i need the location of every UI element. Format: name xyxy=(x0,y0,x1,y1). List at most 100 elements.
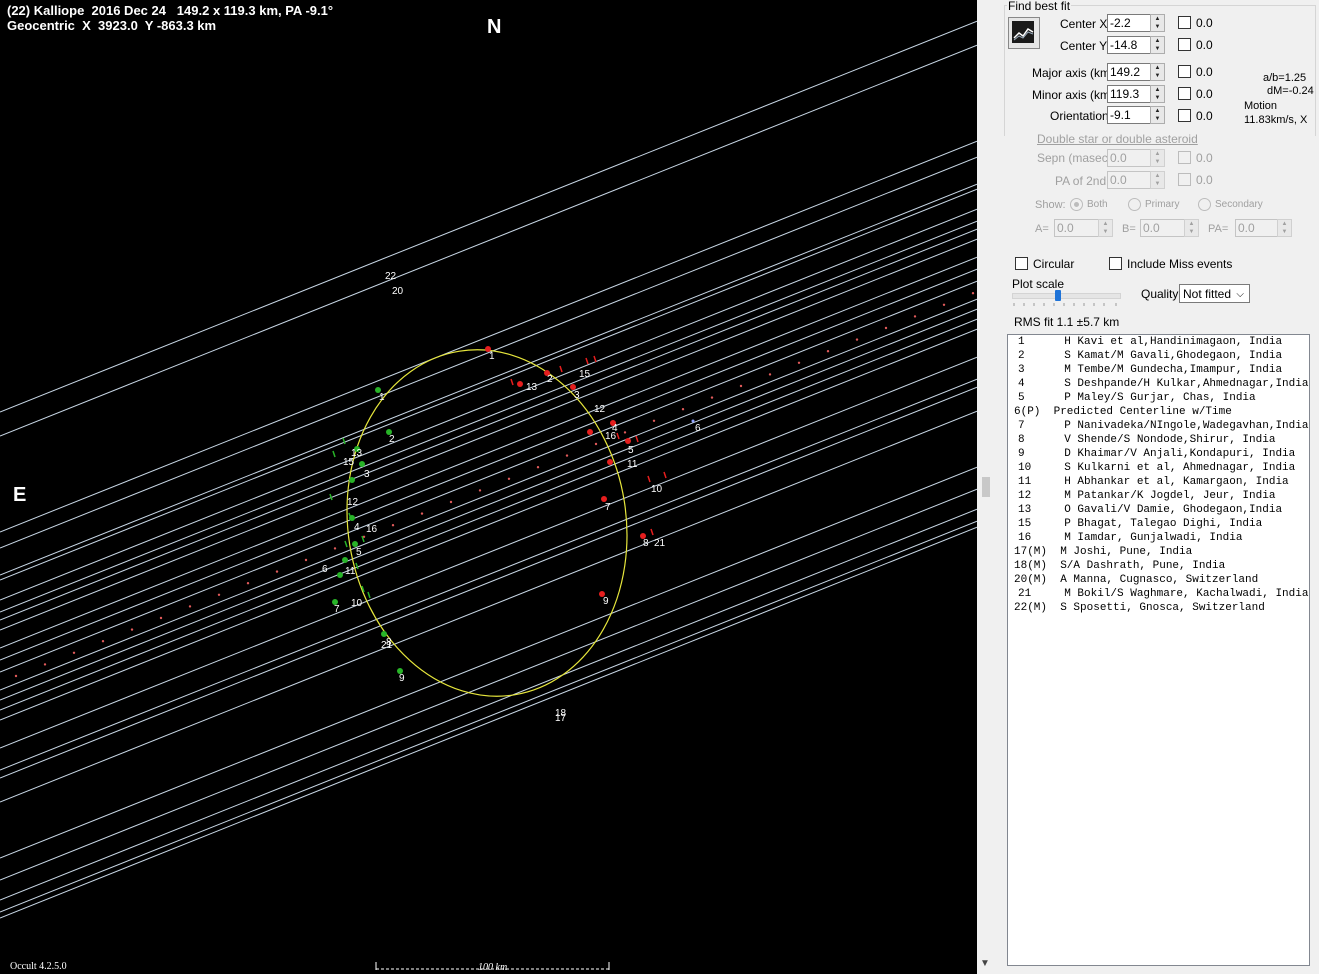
list-item[interactable]: 16 M Iamdar, Gunjalwadi, India xyxy=(1008,531,1309,545)
circular-checkbox[interactable] xyxy=(1015,257,1028,270)
sepn-checkbox[interactable] xyxy=(1178,151,1191,164)
center-y-input[interactable]: -14.8 xyxy=(1107,36,1152,54)
pa-spinner[interactable]: ▲ ▼ xyxy=(1277,219,1292,237)
major-axis-input[interactable]: 149.2 xyxy=(1107,63,1152,81)
chord-line xyxy=(0,208,977,601)
plot-scale-slider-track[interactable] xyxy=(1012,293,1121,299)
predicted-centerline-dot xyxy=(739,384,743,388)
predicted-centerline-dot xyxy=(623,431,627,434)
center-x-checkbox[interactable] xyxy=(1178,16,1191,29)
orientation-spinner[interactable]: ▲ ▼ xyxy=(1150,106,1165,124)
list-item[interactable]: 6(P) Predicted Centerline w/Time xyxy=(1008,405,1309,419)
list-item[interactable]: 1 H Kavi et al,Handinimagaon, India xyxy=(1008,335,1309,349)
plot-scale-slider-thumb[interactable] xyxy=(1055,290,1061,301)
show-primary-radio[interactable] xyxy=(1128,198,1141,211)
find-best-fit-button[interactable] xyxy=(1008,17,1040,49)
reappear-tick xyxy=(647,475,651,483)
show-secondary-label: Secondary xyxy=(1215,199,1263,210)
quality-dropdown[interactable]: Not fitted ⌵ xyxy=(1179,284,1250,303)
minor-axis-spinner[interactable]: ▲ ▼ xyxy=(1150,85,1165,103)
sepn-delta: 0.0 xyxy=(1196,151,1213,165)
reappear-marker xyxy=(587,429,593,435)
sepn-spinner[interactable]: ▲ ▼ xyxy=(1150,149,1165,167)
sepn-input[interactable]: 0.0 xyxy=(1107,149,1152,167)
double-star-link[interactable]: Double star or double asteroid xyxy=(1037,132,1198,146)
orientation-input[interactable]: -9.1 xyxy=(1107,106,1152,124)
d-marker-label: 5 xyxy=(356,547,362,558)
occultation-plot[interactable]: 1 2 13 15 3 12 4 16 5 6 11 7 10 8 21 9 1 13 2 15 3 12 4 16 5 11 10… xyxy=(0,0,977,974)
chord-line xyxy=(0,386,977,779)
r-marker-label: 16 xyxy=(605,431,617,442)
minor-axis-checkbox[interactable] xyxy=(1178,87,1191,100)
center-x-spinner[interactable]: ▲ ▼ xyxy=(1150,14,1165,32)
reappear-tick xyxy=(510,378,514,386)
miss-chord-label: 20 xyxy=(392,286,404,297)
splitter-grip[interactable] xyxy=(982,477,990,497)
list-item[interactable]: 21 M Bokil/S Waghmare, Kachalwadi, India xyxy=(1008,587,1309,601)
list-item[interactable]: 10 S Kulkarni et al, Ahmednagar, India xyxy=(1008,461,1309,475)
reappear-marker xyxy=(625,438,631,444)
disappear-marker xyxy=(349,477,355,483)
list-item[interactable]: 12 M Patankar/K Jogdel, Jeur, India xyxy=(1008,489,1309,503)
list-item[interactable]: 11 H Abhankar et al, Kamargaon, India xyxy=(1008,475,1309,489)
d-marker-label: 15 xyxy=(343,457,355,468)
list-item[interactable]: 4 S Deshpande/H Kulkar,Ahmednagar,India xyxy=(1008,377,1309,391)
list-item[interactable]: 18(M) S/A Dashrath, Pune, India xyxy=(1008,559,1309,573)
list-item[interactable]: 2 S Kamat/M Gavali,Ghodegaon, India xyxy=(1008,349,1309,363)
r-marker-label: 15 xyxy=(579,369,591,380)
panel-splitter[interactable]: ▼ xyxy=(977,0,1001,974)
disappear-tick xyxy=(355,562,359,570)
pa2nd-spinner[interactable]: ▲ ▼ xyxy=(1150,171,1165,189)
predicted-centerline-dot xyxy=(652,419,656,422)
east-label: E xyxy=(13,484,27,506)
chevron-down-icon: ⌵ xyxy=(1236,289,1244,300)
motion-label: Motion xyxy=(1244,100,1278,112)
list-item[interactable]: 15 P Bhagat, Talegao Dighi, India xyxy=(1008,517,1309,531)
scroll-down-arrow[interactable]: ▼ xyxy=(980,958,990,969)
chord-line xyxy=(0,256,977,649)
pa2nd-checkbox[interactable] xyxy=(1178,173,1191,186)
miss-chord-label: 22 xyxy=(385,271,397,282)
reappear-marker xyxy=(517,381,523,387)
chord-line xyxy=(0,466,977,859)
list-item[interactable]: 17(M) M Joshi, Pune, India xyxy=(1008,545,1309,559)
chord-line xyxy=(0,280,977,673)
a-spinner[interactable]: ▲ ▼ xyxy=(1098,219,1113,237)
center-y-delta: 0.0 xyxy=(1196,38,1213,52)
d-marker-label: 7 xyxy=(334,604,340,615)
minor-axis-delta: 0.0 xyxy=(1196,87,1213,101)
d-marker-label: 1 xyxy=(379,392,385,403)
show-secondary-radio[interactable] xyxy=(1198,198,1211,211)
major-axis-checkbox[interactable] xyxy=(1178,65,1191,78)
a-input[interactable]: 0.0 xyxy=(1054,219,1100,237)
major-axis-spinner[interactable]: ▲ ▼ xyxy=(1150,63,1165,81)
include-miss-checkbox[interactable] xyxy=(1109,257,1122,270)
list-item[interactable]: 13 O Gavali/V Damie, Ghodegaon,India xyxy=(1008,503,1309,517)
show-label: Show: xyxy=(1035,199,1066,211)
minor-axis-input[interactable]: 119.3 xyxy=(1107,85,1152,103)
list-item[interactable]: 9 D Khaimar/V Anjali,Kondapuri, India xyxy=(1008,447,1309,461)
pa2nd-input[interactable]: 0.0 xyxy=(1107,171,1152,189)
b-spinner[interactable]: ▲ ▼ xyxy=(1184,219,1199,237)
list-item[interactable]: 20(M) A Manna, Cugnasco, Switzerland xyxy=(1008,573,1309,587)
show-both-radio[interactable] xyxy=(1070,198,1083,211)
reappear-tick xyxy=(593,355,597,363)
b-input[interactable]: 0.0 xyxy=(1140,219,1186,237)
r-marker-label: 9 xyxy=(603,596,609,607)
center-x-input[interactable]: -2.2 xyxy=(1107,14,1152,32)
list-item[interactable]: 7 P Nanivadeka/NIngole,Wadegavhan,India xyxy=(1008,419,1309,433)
list-item[interactable]: 22(M) S Sposetti, Gnosca, Switzerland xyxy=(1008,601,1309,615)
plot-geocentric: Geocentric X 3923.0 Y -863.3 km xyxy=(7,18,217,33)
list-item[interactable]: 8 V Shende/S Nondode,Shirur, India xyxy=(1008,433,1309,447)
motion-value: 11.83km/s, X xyxy=(1244,114,1308,126)
orientation-checkbox[interactable] xyxy=(1178,109,1191,122)
observer-list[interactable]: 1 H Kavi et al,Handinimagaon, India 2 S … xyxy=(1007,334,1310,966)
ab-ratio-text: a/b=1.25 xyxy=(1263,72,1307,84)
center-y-spinner[interactable]: ▲ ▼ xyxy=(1150,36,1165,54)
pa-input[interactable]: 0.0 xyxy=(1235,219,1278,237)
list-item[interactable]: 3 M Tembe/M Gundecha,Imampur, India xyxy=(1008,363,1309,377)
list-item[interactable]: 5 P Maley/S Gurjar, Chas, India xyxy=(1008,391,1309,405)
d-marker-label: 6 xyxy=(322,564,328,575)
chord-line xyxy=(0,356,977,749)
center-y-checkbox[interactable] xyxy=(1178,38,1191,51)
